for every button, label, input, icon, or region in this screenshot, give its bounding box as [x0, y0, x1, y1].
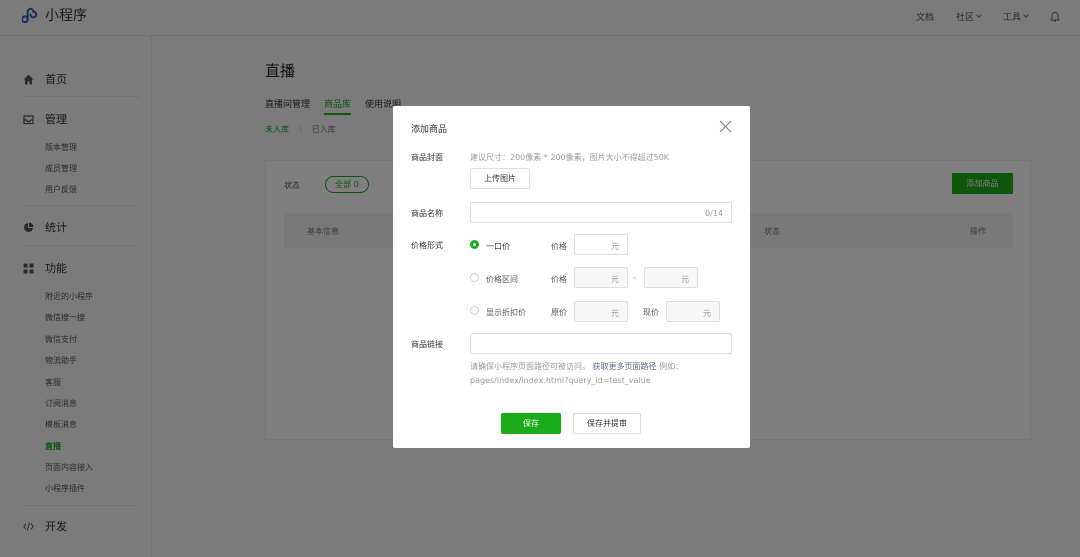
- name-char-counter: 0/14: [705, 209, 723, 218]
- current-price-label: 现价: [643, 308, 659, 317]
- original-price-input[interactable]: 元: [574, 301, 628, 322]
- add-product-dialog: 添加商品 商品封面 建议尺寸：200像素 * 200像素，图片大小不得超过50K…: [393, 106, 750, 448]
- yuan-unit: 元: [681, 275, 689, 284]
- product-link-input[interactable]: [470, 333, 732, 354]
- more-paths-link[interactable]: 获取更多页面路径: [593, 362, 657, 371]
- price-range-min-input[interactable]: 元: [574, 267, 628, 288]
- dialog-title: 添加商品: [411, 125, 448, 135]
- radio-fixed-price[interactable]: [470, 240, 479, 249]
- link-note-prefix: 请确保小程序页面路径可被访问。: [470, 362, 590, 371]
- close-icon[interactable]: [719, 120, 732, 133]
- range-separator: -: [633, 273, 636, 282]
- cover-label: 商品封面: [411, 153, 443, 162]
- save-and-submit-button[interactable]: 保存并提审: [573, 413, 641, 434]
- fixed-price-label: 一口价: [486, 242, 510, 251]
- fixed-price-input[interactable]: 元: [574, 234, 628, 255]
- save-button[interactable]: 保存: [501, 413, 561, 434]
- link-note: 请确保小程序页面路径可被访问。 获取更多页面路径 例如：pages/index/…: [470, 360, 735, 388]
- product-name-label: 商品名称: [411, 209, 443, 218]
- price-format-label: 价格形式: [411, 241, 443, 250]
- price-field-label: 价格: [551, 242, 567, 251]
- yuan-unit: 元: [611, 275, 619, 284]
- radio-price-range[interactable]: [470, 273, 479, 282]
- cover-hint: 建议尺寸：200像素 * 200像素，图片大小不得超过50K: [470, 153, 670, 162]
- discount-price-label: 显示折扣价: [486, 308, 526, 317]
- yuan-unit: 元: [611, 242, 619, 251]
- price-range-max-input[interactable]: 元: [644, 267, 698, 288]
- upload-image-button[interactable]: 上传图片: [470, 168, 530, 189]
- price-range-label: 价格区间: [486, 275, 518, 284]
- product-name-input[interactable]: 0/14: [470, 202, 732, 223]
- current-price-input[interactable]: 元: [666, 301, 720, 322]
- yuan-unit: 元: [611, 309, 619, 318]
- product-link-label: 商品链接: [411, 340, 443, 349]
- radio-discount-price[interactable]: [470, 306, 479, 315]
- original-price-label: 原价: [551, 308, 567, 317]
- yuan-unit: 元: [703, 309, 711, 318]
- price-field-label: 价格: [551, 275, 567, 284]
